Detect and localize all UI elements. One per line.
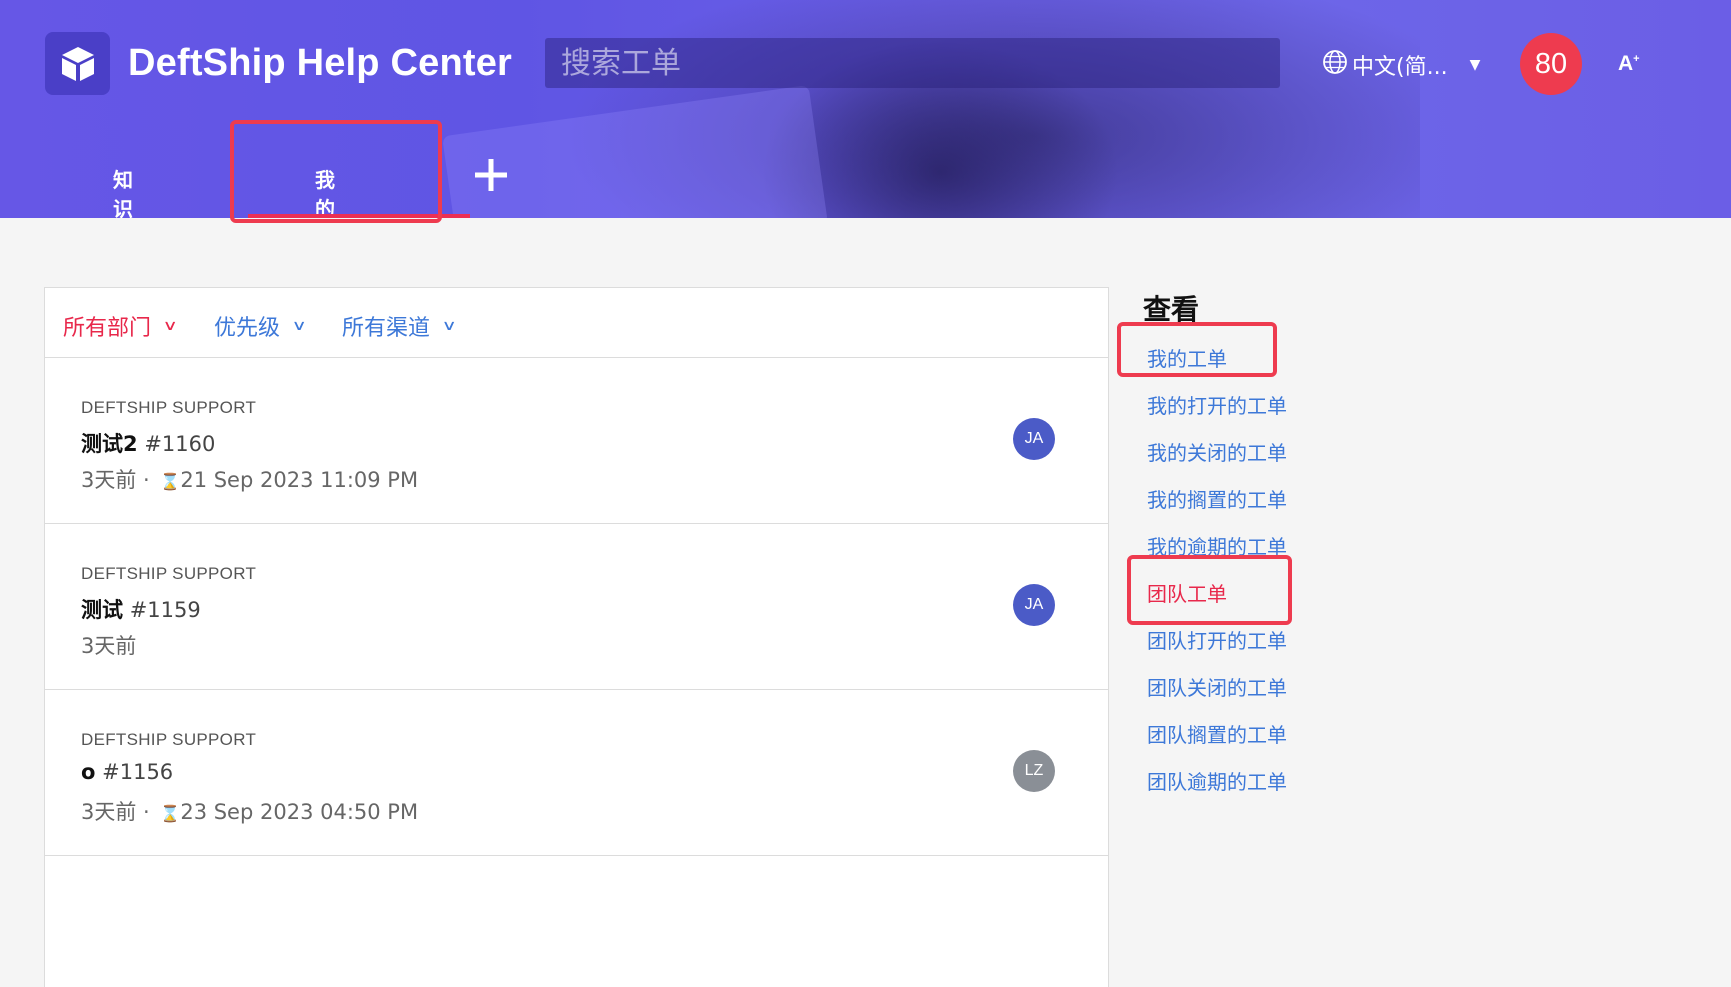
header-banner: DeftShip Help Center 中文(简... ▼ 80 A+ 知识库… xyxy=(0,0,1731,218)
ticket-number: #1160 xyxy=(144,432,216,456)
meta-separator: · xyxy=(136,800,157,824)
language-label: 中文(简... xyxy=(1352,55,1448,80)
ticket-list-panel: 所有部门 ∨ 优先级 ∨ 所有渠道 ∨ DEFTSHIP SUPPORT 测试2… xyxy=(44,287,1109,987)
sidebar-title: 查看 xyxy=(1143,293,1200,326)
notification-badge[interactable]: 80 xyxy=(1520,33,1582,95)
sidebar-link-team-tickets[interactable]: 团队工单 xyxy=(1147,578,1227,607)
meta-separator: · xyxy=(136,468,157,492)
cube-icon[interactable] xyxy=(45,32,110,95)
plus-icon[interactable] xyxy=(470,154,512,201)
ticket-department: DEFTSHIP SUPPORT xyxy=(81,730,257,749)
sidebar-link-my-closed[interactable]: 我的关闭的工单 xyxy=(1147,437,1287,466)
avatar: LZ xyxy=(1013,750,1055,792)
caret-down-icon: ▼ xyxy=(1469,57,1481,73)
channel-filter[interactable]: 所有渠道 ∨ xyxy=(342,310,457,342)
sidebar-link-team-closed[interactable]: 团队关闭的工单 xyxy=(1147,672,1287,701)
sidebar-link-my-on-hold[interactable]: 我的搁置的工单 xyxy=(1147,484,1287,513)
tab-my-area[interactable]: 我的区域 xyxy=(315,164,335,218)
chevron-down-icon: ∨ xyxy=(162,318,178,334)
priority-filter-label: 优先级 xyxy=(214,316,281,341)
ticket-due-date: 23 Sep 2023 04:50 PM xyxy=(180,800,419,824)
channel-filter-label: 所有渠道 xyxy=(342,316,431,341)
ticket-number: #1156 xyxy=(102,760,174,784)
search-bar xyxy=(545,38,1280,88)
chevron-down-icon: ∨ xyxy=(441,318,457,334)
ticket-department: DEFTSHIP SUPPORT xyxy=(81,564,257,583)
ticket-title[interactable]: o xyxy=(81,760,95,784)
ticket-meta: 3天前 · ⌛21 Sep 2023 11:09 PM xyxy=(81,464,418,494)
priority-filter[interactable]: 优先级 ∨ xyxy=(214,310,307,342)
ticket-title[interactable]: 测试2 xyxy=(81,432,138,456)
sidebar-link-my-overdue[interactable]: 我的逾期的工单 xyxy=(1147,531,1287,560)
ticket-age: 3天前 xyxy=(81,634,137,658)
font-size-label: A xyxy=(1618,52,1634,75)
font-size-button[interactable]: A+ xyxy=(1618,52,1640,76)
ticket-number: #1159 xyxy=(129,598,201,622)
sidebar-link-team-open[interactable]: 团队打开的工单 xyxy=(1147,625,1287,654)
ticket-meta: 3天前 xyxy=(81,630,136,660)
department-filter-label: 所有部门 xyxy=(63,316,152,341)
ticket-age: 3天前 xyxy=(81,468,137,492)
ticket-department: DEFTSHIP SUPPORT xyxy=(81,398,257,417)
ticket-row[interactable]: DEFTSHIP SUPPORT 测试2 #1160 3天前 · ⌛21 Sep… xyxy=(45,358,1108,524)
language-selector[interactable]: 中文(简... ▼ xyxy=(1322,48,1480,82)
ticket-heading: o #1156 xyxy=(81,760,173,784)
avatar: JA xyxy=(1013,418,1055,460)
ticket-due-date: 21 Sep 2023 11:09 PM xyxy=(180,468,419,492)
brand-title[interactable]: DeftShip Help Center xyxy=(128,42,512,85)
hourglass-icon: ⌛ xyxy=(160,804,181,823)
ticket-age: 3天前 xyxy=(81,800,137,824)
filter-bar: 所有部门 ∨ 优先级 ∨ 所有渠道 ∨ xyxy=(45,288,1108,358)
globe-icon xyxy=(1322,49,1348,81)
chevron-down-icon: ∨ xyxy=(291,318,307,334)
ticket-heading: 测试 #1159 xyxy=(81,594,201,624)
ticket-row[interactable]: DEFTSHIP SUPPORT o #1156 3天前 · ⌛23 Sep 2… xyxy=(45,690,1108,856)
hourglass-icon: ⌛ xyxy=(160,472,181,491)
ticket-row[interactable]: DEFTSHIP SUPPORT 测试 #1159 3天前 JA xyxy=(45,524,1108,690)
sidebar-link-my-open[interactable]: 我的打开的工单 xyxy=(1147,390,1287,419)
font-size-sup: + xyxy=(1633,53,1640,65)
ticket-heading: 测试2 #1160 xyxy=(81,428,215,458)
ticket-title[interactable]: 测试 xyxy=(81,598,123,622)
active-tab-indicator xyxy=(248,214,470,218)
tab-knowledge-base[interactable]: 知识库 xyxy=(113,164,133,218)
avatar: JA xyxy=(1013,584,1055,626)
department-filter[interactable]: 所有部门 ∨ xyxy=(63,310,178,342)
ticket-meta: 3天前 · ⌛23 Sep 2023 04:50 PM xyxy=(81,796,418,826)
sidebar-link-team-on-hold[interactable]: 团队搁置的工单 xyxy=(1147,719,1287,748)
sidebar-link-team-overdue[interactable]: 团队逾期的工单 xyxy=(1147,766,1287,795)
search-input[interactable] xyxy=(561,44,1201,82)
sidebar-link-my-tickets[interactable]: 我的工单 xyxy=(1147,343,1227,372)
